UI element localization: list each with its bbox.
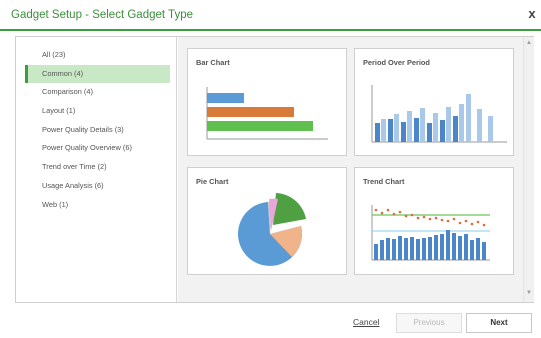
category-item-power-quality-overview[interactable]: Power Quality Overview (6) (25, 139, 170, 158)
cancel-button[interactable]: Cancel (353, 317, 379, 327)
next-button[interactable]: Next (466, 313, 532, 333)
gadget-card-title: Period Over Period (363, 58, 430, 67)
gadget-gallery: Bar Chart Period Over Period Pie Chart T… (178, 37, 523, 302)
close-button[interactable]: x (525, 6, 539, 22)
category-item-usage-analysis[interactable]: Usage Analysis (6) (25, 177, 170, 196)
category-item-common[interactable]: Common (4) (25, 64, 170, 84)
dialog-footer: Cancel Previous Next (15, 303, 534, 338)
gadget-card-period-over-period[interactable]: Period Over Period (354, 48, 514, 156)
dialog-title-bar: Gadget Setup - Select Gadget Type x (0, 0, 541, 31)
category-item-web[interactable]: Web (1) (25, 196, 170, 215)
previous-button[interactable]: Previous (396, 313, 462, 333)
scroll-up-arrow-icon[interactable]: ▲ (526, 40, 532, 46)
dialog-title: Gadget Setup - Select Gadget Type (11, 9, 193, 21)
gallery-scrollbar[interactable]: ▲ ▼ (523, 37, 534, 302)
gadget-card-bar-chart[interactable]: Bar Chart (187, 48, 347, 156)
category-item-all[interactable]: All (23) (25, 46, 170, 65)
category-item-trend-over-time[interactable]: Trend over Time (2) (25, 158, 170, 177)
category-item-comparison[interactable]: Comparison (4) (25, 83, 170, 102)
gadget-card-title: Pie Chart (196, 177, 229, 186)
gadget-card-pie-chart[interactable]: Pie Chart (187, 167, 347, 275)
gadget-card-title: Bar Chart (196, 58, 230, 67)
category-list: All (23) Common (4) Comparison (4) Layou… (16, 37, 177, 302)
scroll-down-arrow-icon[interactable]: ▼ (526, 290, 532, 296)
dialog-body: All (23) Common (4) Comparison (4) Layou… (15, 36, 534, 303)
gadget-card-trend-chart[interactable]: Trend Chart (354, 167, 514, 275)
gadget-card-title: Trend Chart (363, 177, 405, 186)
category-item-layout[interactable]: Layout (1) (25, 102, 170, 121)
gadget-setup-dialog: Gadget Setup - Select Gadget Type x All … (0, 0, 541, 338)
category-item-power-quality-details[interactable]: Power Quality Details (3) (25, 121, 170, 140)
